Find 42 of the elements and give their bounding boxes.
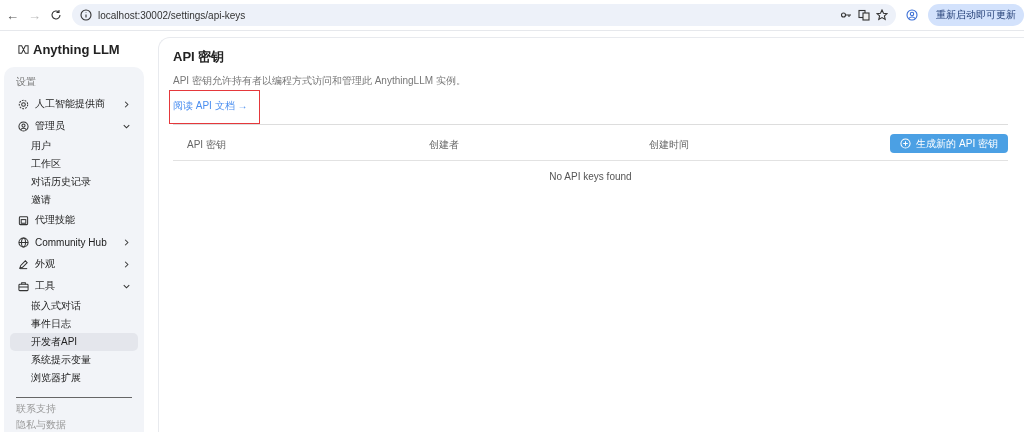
globe-icon	[18, 236, 29, 248]
sidebar-subitem[interactable]: 对话历史记录	[10, 173, 138, 191]
section-title: 设置	[15, 75, 37, 89]
logo-icon	[18, 43, 29, 55]
back-button[interactable]: ←	[6, 7, 18, 23]
key-icon[interactable]	[840, 9, 852, 21]
pencil-icon	[18, 258, 29, 270]
translate-icon[interactable]	[858, 9, 870, 21]
column-header: 创建者	[429, 138, 460, 152]
sidebar-item[interactable]: 工具	[10, 275, 138, 297]
sidebar-subitem[interactable]: 浏览器扩展	[10, 369, 138, 387]
robot-icon	[18, 214, 29, 226]
description-text: API 密钥允许持有者以编程方式访问和管理此 AnythingLLM 实例。	[173, 74, 467, 88]
sidebar-subitem[interactable]: 邀请	[10, 191, 138, 209]
empty-message: No API keys found	[548, 170, 633, 182]
sidebar-subitem[interactable]: 工作区	[10, 155, 138, 173]
url-text: localhost:30002/settings/api-keys	[98, 9, 246, 21]
sidebar-subitem[interactable]: 开发者API	[10, 333, 138, 351]
sidebar-item[interactable]: 外观	[10, 253, 138, 275]
sidebar-item[interactable]: 代理技能	[10, 209, 138, 231]
briefcase-icon	[18, 280, 29, 292]
sidebar-item[interactable]: 管理员	[10, 115, 138, 137]
gear-icon	[18, 98, 29, 110]
address-bar[interactable]: localhost:30002/settings/api-keys	[72, 4, 896, 26]
sidebar-subitem[interactable]: 用户	[10, 137, 138, 155]
sidebar-item[interactable]: 人工智能提供商	[10, 93, 138, 115]
plus-circle-icon	[900, 138, 912, 149]
profile-icon[interactable]	[906, 9, 918, 21]
page-title: API 密钥	[173, 48, 226, 66]
column-header: 创建时间	[649, 138, 690, 152]
sidebar-subitem[interactable]: 系统提示变量	[10, 351, 138, 369]
column-header: API 密钥	[186, 138, 227, 152]
update-button[interactable]: 重新启动即可更新	[928, 4, 1024, 26]
sidebar-subitem[interactable]: 嵌入式对话	[10, 297, 138, 315]
sidebar-item[interactable]: Community Hub	[10, 231, 138, 253]
logo-text: Anything LLM	[33, 41, 120, 57]
star-icon[interactable]	[876, 9, 888, 21]
user-gear-icon	[18, 120, 29, 132]
reload-icon[interactable]	[50, 9, 62, 21]
sidebar-subitem[interactable]: 事件日志	[10, 315, 138, 333]
info-icon	[80, 9, 92, 21]
docs-link[interactable]: 阅读 API 文档 →	[173, 99, 248, 113]
